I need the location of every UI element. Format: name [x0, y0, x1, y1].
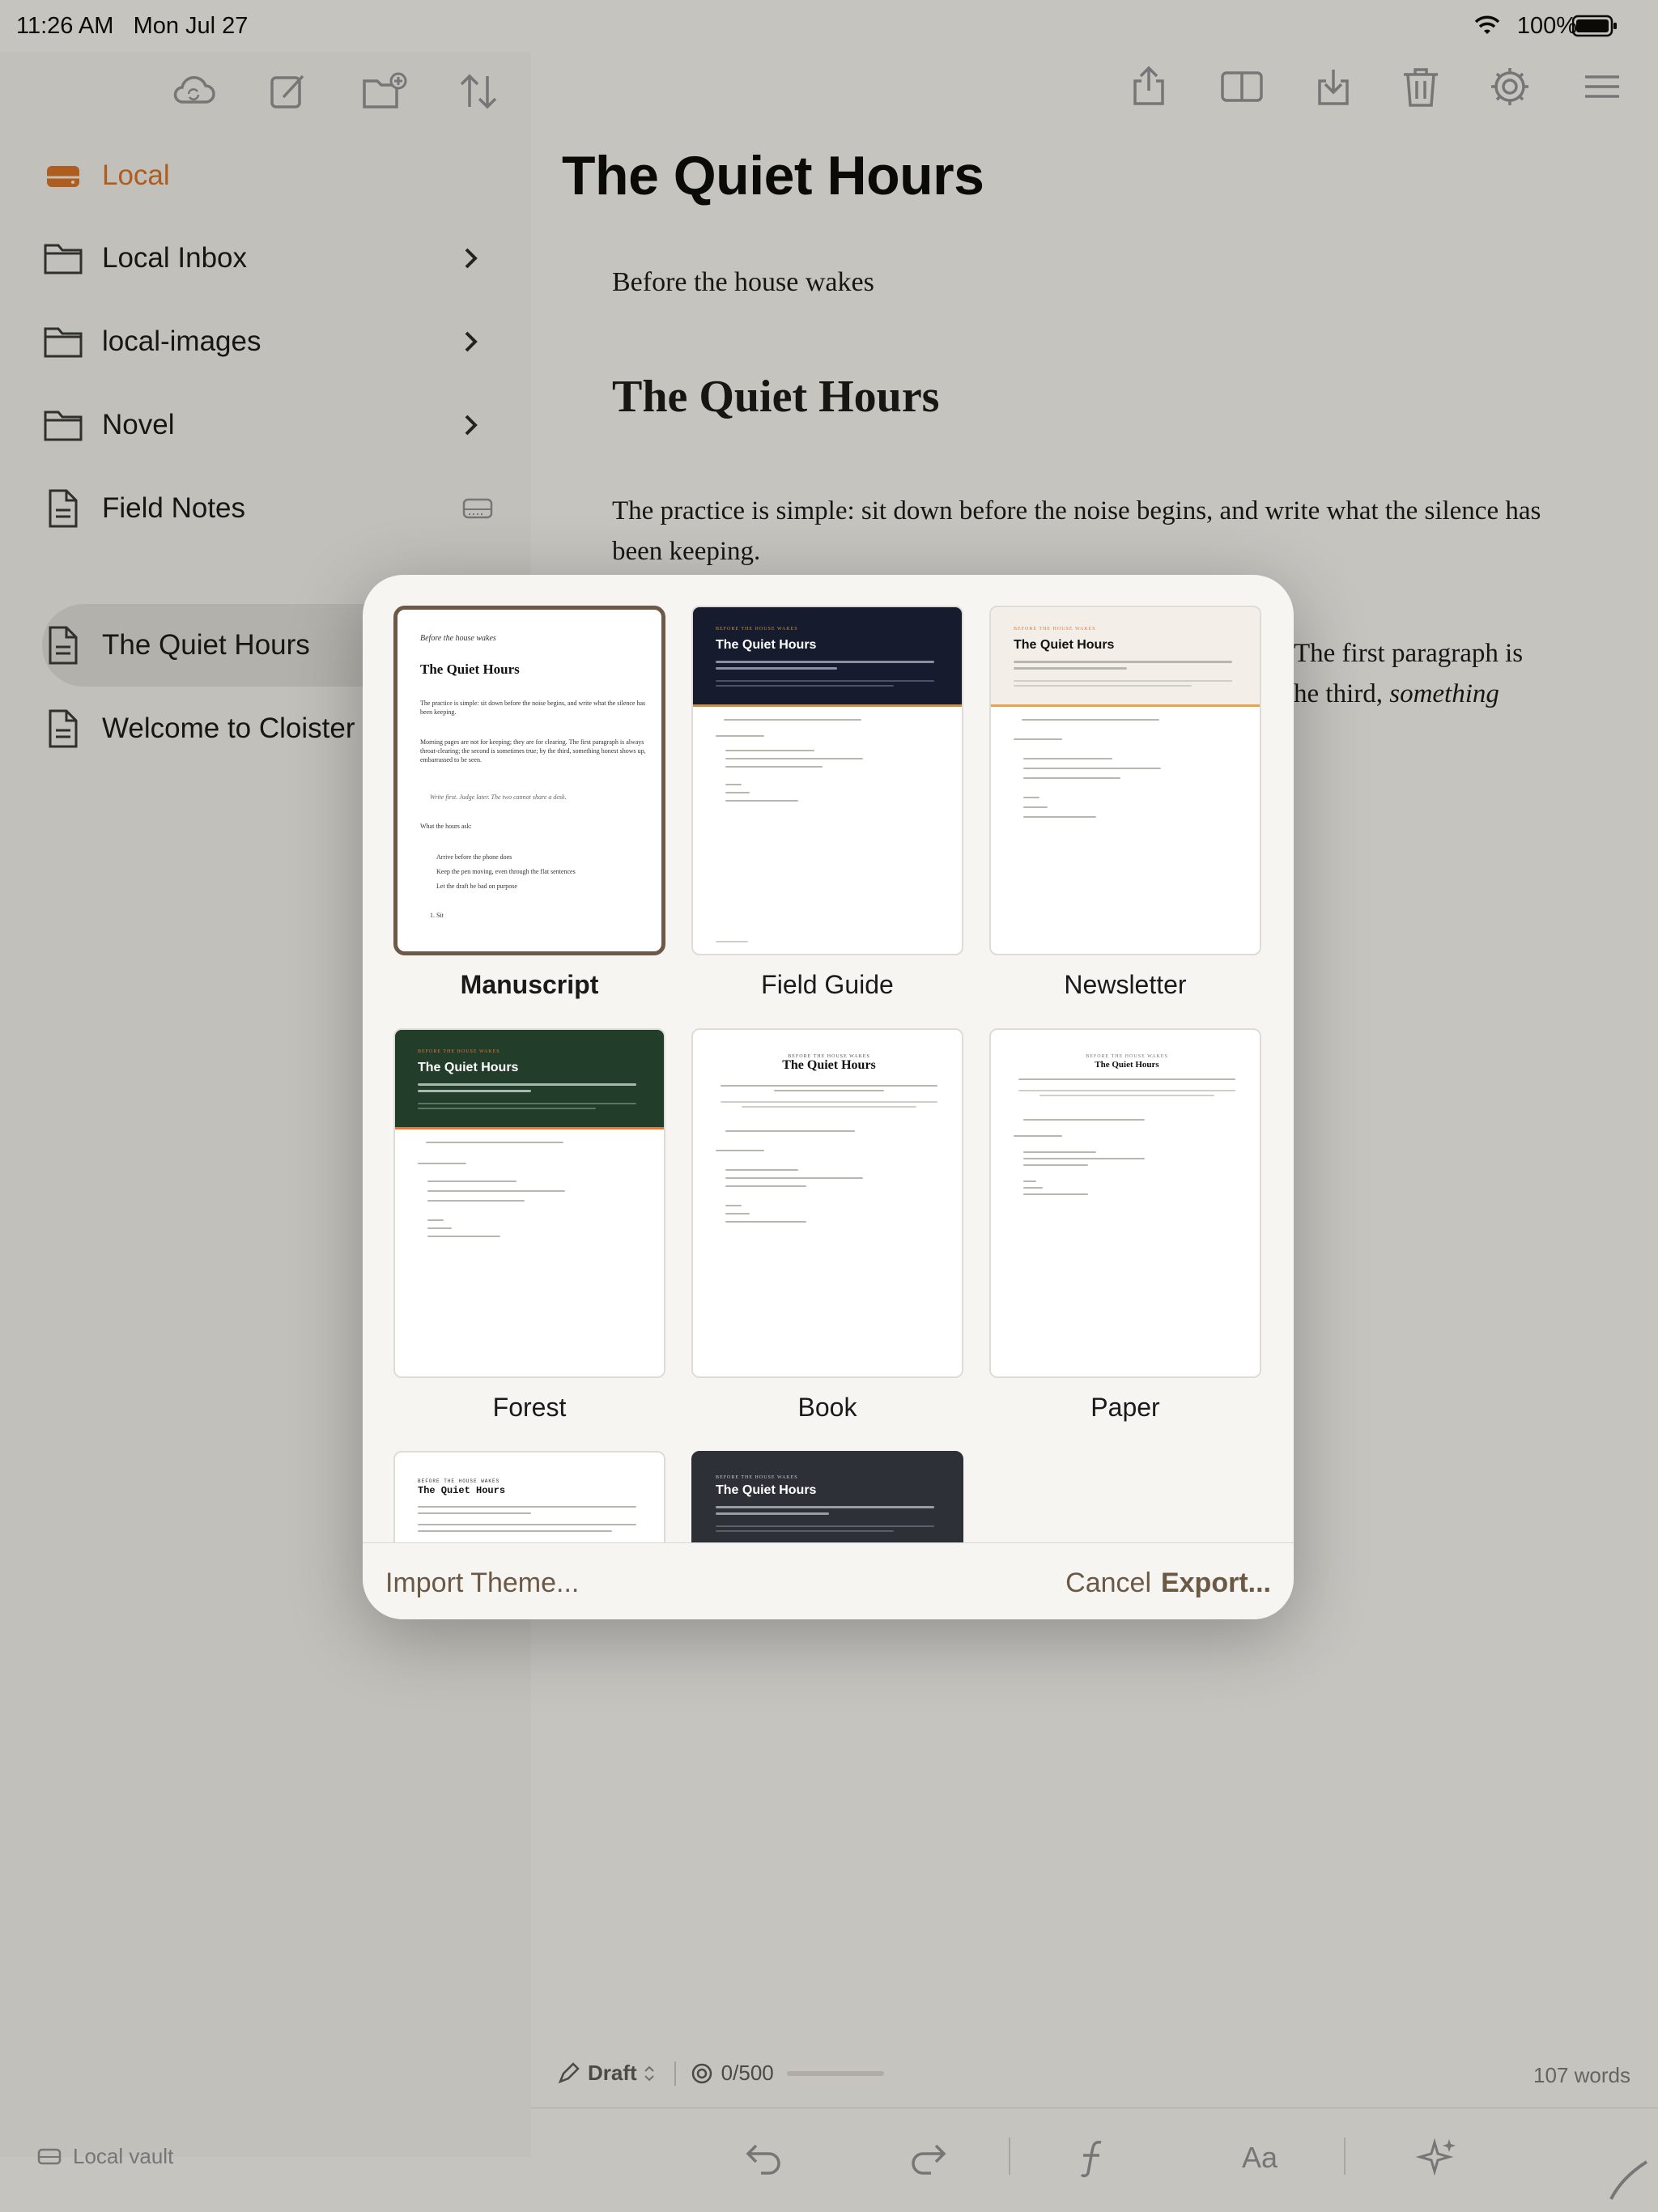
- theme-tile-forest[interactable]: BEFORE THE HOUSE WAKES The Quiet Hours: [393, 1028, 665, 1378]
- theme-name: Newsletter: [1064, 970, 1187, 999]
- theme-name: Book: [797, 1393, 857, 1422]
- theme-tile-paper[interactable]: BEFORE THE HOUSE WAKES The Quiet Hours: [989, 1028, 1261, 1378]
- theme-tile-field-guide[interactable]: BEFORE THE HOUSE WAKES The Quiet Hours: [691, 606, 963, 955]
- preview-title: The Quiet Hours: [418, 1061, 519, 1074]
- theme-tile-newsletter[interactable]: BEFORE THE HOUSE WAKES The Quiet Hours: [989, 606, 1261, 955]
- import-theme-button[interactable]: Import Theme...: [385, 1568, 579, 1599]
- preview-quote: Write first. Judge later. The two cannot…: [430, 793, 567, 801]
- theme-tile-typewriter[interactable]: BEFORE THE HOUSE WAKES The Quiet Hours: [393, 1451, 665, 1542]
- preview-kicker: BEFORE THE HOUSE WAKES: [418, 1049, 500, 1054]
- export-theme-picker: Before the house wakes The Quiet Hours T…: [363, 575, 1294, 1619]
- preview-bullet: Arrive before the phone does: [436, 853, 512, 861]
- preview-title: The Quiet Hours: [418, 1485, 506, 1496]
- preview-subtitle: Before the house wakes: [420, 634, 496, 643]
- preview-kicker: BEFORE THE HOUSE WAKES: [1014, 627, 1096, 632]
- preview-numbered: 1. Sit: [430, 912, 444, 919]
- theme-tile-dark[interactable]: BEFORE THE HOUSE WAKES The Quiet Hours: [691, 1451, 963, 1542]
- theme-name: Manuscript: [460, 970, 599, 999]
- theme-grid: Before the house wakes The Quiet Hours T…: [363, 575, 1294, 1542]
- preview-bullet: Let the draft be bad on purpose: [436, 883, 517, 890]
- preview-paragraph: The practice is simple: sit down before …: [420, 700, 646, 716]
- theme-name: Forest: [492, 1393, 567, 1422]
- theme-name: Paper: [1090, 1393, 1160, 1422]
- preview-title: The Quiet Hours: [420, 661, 520, 677]
- preview-title: The Quiet Hours: [1014, 638, 1115, 652]
- modal-footer: Import Theme... Cancel Export...: [363, 1542, 1294, 1619]
- preview-kicker: BEFORE THE HOUSE WAKES: [716, 627, 798, 632]
- theme-name: Field Guide: [761, 970, 894, 999]
- preview-kicker: BEFORE THE HOUSE WAKES: [716, 1475, 798, 1480]
- preview-title: The Quiet Hours: [1095, 1060, 1159, 1070]
- export-button[interactable]: Export...: [1161, 1568, 1271, 1599]
- preview-title: The Quiet Hours: [716, 1483, 817, 1497]
- cancel-button[interactable]: Cancel: [1065, 1568, 1151, 1599]
- preview-list-title: What the hours ask:: [420, 823, 472, 830]
- theme-tile-book[interactable]: BEFORE THE HOUSE WAKES The Quiet Hours: [691, 1028, 963, 1378]
- preview-bullet: Keep the pen moving, even through the fl…: [436, 868, 576, 875]
- theme-tile-manuscript[interactable]: Before the house wakes The Quiet Hours T…: [393, 606, 665, 955]
- preview-title: The Quiet Hours: [782, 1058, 876, 1072]
- preview-title: The Quiet Hours: [716, 638, 817, 652]
- preview-paragraph: Morning pages are not for keeping; they …: [420, 738, 646, 764]
